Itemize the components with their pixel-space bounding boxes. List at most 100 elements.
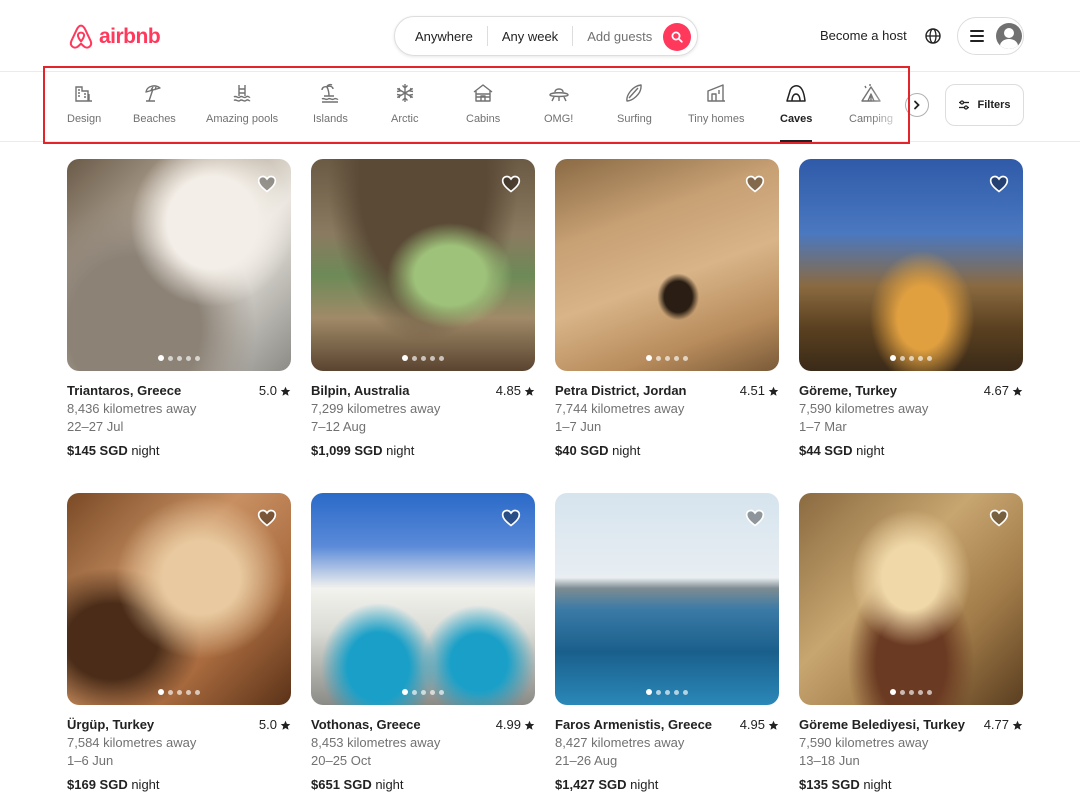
become-host-link[interactable]: Become a host [820,28,907,43]
rating-value: 4.77 [983,717,1009,732]
photo-pagination-dots[interactable] [799,689,1023,695]
listing-dates: 1–6 Jun [67,753,114,768]
price-unit: night [863,777,892,792]
search-bar[interactable]: Anywhere Any week Add guests [394,16,698,56]
category-amazing-pools[interactable]: Amazing pools [206,82,278,125]
listing-distance: 8,453 kilometres away [311,735,441,750]
photo-pagination-dots[interactable] [67,689,291,695]
listing-rating: 4.85 [496,382,535,400]
top-header: airbnb Anywhere Any week Add guests Beco… [0,0,1080,72]
heart-icon[interactable] [989,174,1009,194]
price-amount: $135 SGD [799,777,860,792]
heart-icon[interactable] [989,508,1009,528]
category-omg[interactable]: OMG! [544,82,573,125]
listing-location: Vothonas, Greece [311,717,421,732]
category-label: Amazing pools [206,113,279,125]
category-surfing[interactable]: Surfing [617,82,652,125]
ufo-icon [548,88,569,102]
listing-rating: 4.77 [984,716,1023,734]
listing-photo[interactable] [67,159,291,371]
search-icon [671,31,683,43]
heart-icon[interactable] [501,508,521,528]
price-unit: night [612,443,641,458]
filters-button[interactable]: Filters [945,84,1024,126]
category-design[interactable]: Design [67,82,101,125]
category-beaches[interactable]: Beaches [133,82,176,125]
listing-distance: 7,299 kilometres away [311,401,441,416]
listing-location: Bilpin, Australia [311,383,410,398]
listing-dates: 7–12 Aug [311,419,366,434]
rating-value: 4.51 [739,383,765,398]
photo-pagination-dots[interactable] [311,689,535,695]
globe-icon[interactable] [924,27,942,45]
listing-dates: 21–26 Aug [555,753,618,768]
listing-card[interactable]: Ürgüp, Turkey 5.0 7,584 kilometres away … [67,493,291,807]
category-label: Beaches [133,113,176,125]
listing-card[interactable]: Faros Armenistis, Greece 4.95 8,427 kilo… [555,493,779,807]
star-icon [1012,386,1023,396]
category-label: OMG! [544,113,574,125]
listing-location: Faros Armenistis, Greece [555,717,713,732]
photo-pagination-dots[interactable] [67,355,291,361]
price-amount: $169 SGD [67,777,128,792]
chevron-right-icon [914,100,920,110]
search-when[interactable]: Any week [502,29,558,44]
photo-pagination-dots[interactable] [555,355,779,361]
island-icon [321,83,339,103]
photo-pagination-dots[interactable] [799,355,1023,361]
listing-photo[interactable] [799,159,1023,371]
heart-icon[interactable] [501,174,521,194]
price-amount: $651 SGD [311,777,372,792]
listing-distance: 8,436 kilometres away [67,401,197,416]
airbnb-logo-icon [69,24,93,49]
listing-photo[interactable] [799,493,1023,705]
listing-photo[interactable] [555,159,779,371]
search-where[interactable]: Anywhere [415,29,473,44]
listing-price: $1,427 SGD night [555,776,779,794]
listing-rating: 4.51 [740,382,779,400]
category-islands[interactable]: Islands [313,82,348,125]
category-next-button[interactable] [905,93,929,117]
price-amount: $44 SGD [799,443,853,458]
price-unit: night [386,443,415,458]
heart-icon[interactable] [257,174,277,194]
cabin-icon [473,84,493,102]
category-cabins[interactable]: Cabins [466,82,500,125]
listing-card[interactable]: Triantaros, Greece 5.0 8,436 kilometres … [67,159,291,493]
category-label: Design [67,113,102,125]
listing-price: $145 SGD night [67,442,291,460]
listing-dates: 20–25 Oct [311,753,371,768]
heart-icon[interactable] [745,174,765,194]
listing-card[interactable]: Göreme, Turkey 4.67 7,590 kilometres awa… [799,159,1023,493]
category-arctic[interactable]: Arctic [391,82,419,125]
listing-card[interactable]: Vothonas, Greece 4.99 8,453 kilometres a… [311,493,535,807]
listing-card[interactable]: Bilpin, Australia 4.85 7,299 kilometres … [311,159,535,493]
price-unit: night [630,777,659,792]
photo-pagination-dots[interactable] [555,689,779,695]
photo-pagination-dots[interactable] [311,355,535,361]
star-icon [280,386,291,396]
rating-value: 5.0 [258,383,277,398]
listing-location: Göreme, Turkey [799,383,898,398]
category-tiny-homes[interactable]: Tiny homes [688,82,744,125]
listing-photo[interactable] [311,493,535,705]
category-label: Cabins [466,113,501,125]
listing-photo[interactable] [555,493,779,705]
listing-card[interactable]: Petra District, Jordan 4.51 7,744 kilome… [555,159,779,493]
category-caves[interactable]: Caves [780,82,813,142]
listing-card[interactable]: Göreme Belediyesi, Turkey 4.77 7,590 kil… [799,493,1023,807]
search-button[interactable] [663,23,691,51]
listing-location: Petra District, Jordan [555,383,687,398]
user-menu-button[interactable] [957,17,1024,55]
category-label: Islands [313,113,348,125]
search-who[interactable]: Add guests [587,29,652,44]
listing-photo[interactable] [311,159,535,371]
star-icon [280,720,291,730]
airbnb-logo[interactable]: airbnb [67,22,161,52]
listing-photo[interactable] [67,493,291,705]
heart-icon[interactable] [745,508,765,528]
heart-icon[interactable] [257,508,277,528]
snowflake-icon [396,84,413,102]
listing-price: $135 SGD night [799,776,1023,794]
cave-icon [786,85,806,102]
